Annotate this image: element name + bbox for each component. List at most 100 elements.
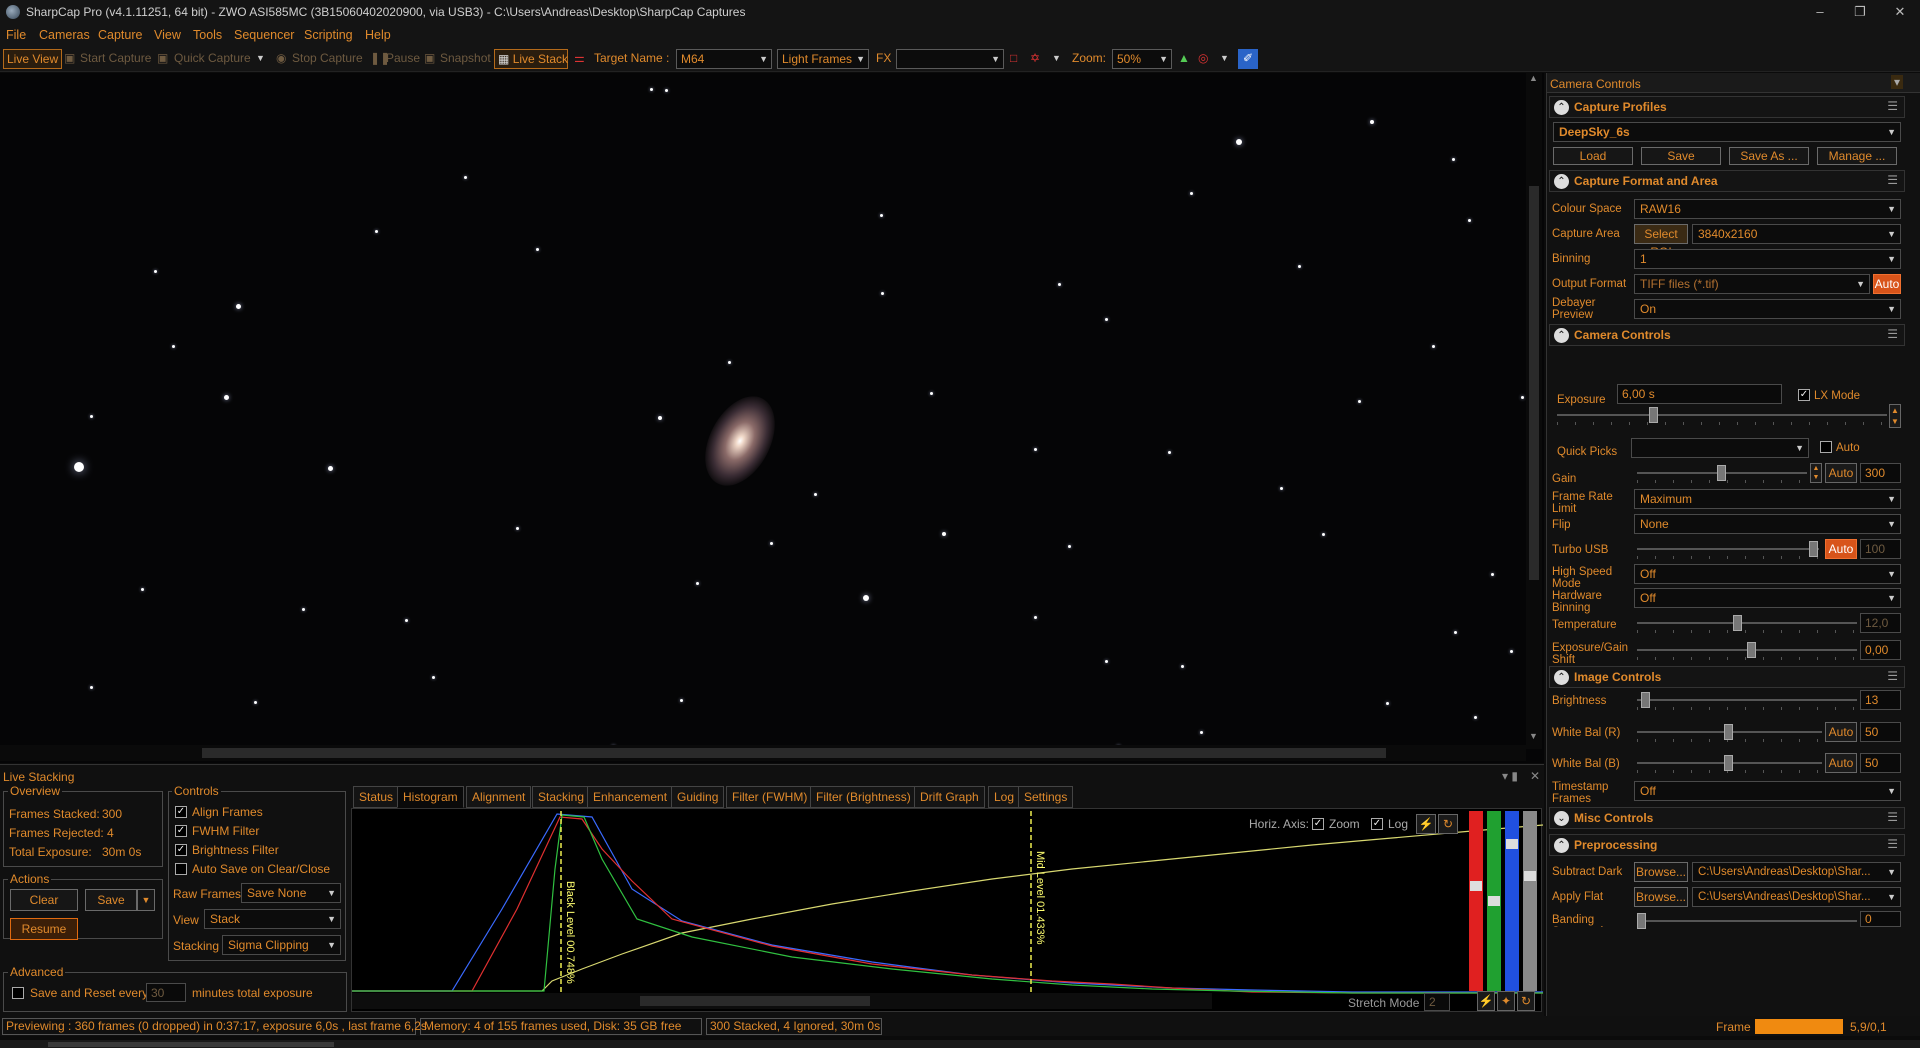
tab-drift-graph[interactable]: Drift Graph bbox=[914, 786, 985, 808]
restore-button[interactable]: ❐ bbox=[1838, 0, 1882, 24]
stretch-reset-icon[interactable]: ↻ bbox=[1517, 991, 1535, 1011]
frame-rate-combo[interactable]: Maximum ▼ bbox=[1634, 489, 1901, 509]
turbo-usb-slider[interactable] bbox=[1637, 539, 1819, 559]
profile-combo[interactable]: DeepSky_6s ▼ bbox=[1553, 122, 1901, 142]
save-button[interactable]: Save bbox=[85, 889, 137, 911]
histogram-scrollbar[interactable] bbox=[352, 993, 1212, 1009]
save-reset-checkbox[interactable] bbox=[12, 987, 24, 999]
close-button[interactable]: ✕ bbox=[1878, 0, 1920, 24]
lx-mode-checkbox[interactable]: ✓ bbox=[1798, 389, 1810, 401]
image-viewport[interactable] bbox=[0, 73, 1544, 763]
menu-capture[interactable]: Capture bbox=[98, 28, 142, 42]
clear-button[interactable]: Clear bbox=[10, 889, 78, 911]
output-format-auto-button[interactable]: Auto bbox=[1873, 274, 1901, 294]
exposure-auto-checkbox[interactable] bbox=[1820, 441, 1832, 453]
chevron-down-icon[interactable]: ▼ bbox=[256, 49, 265, 69]
save-as-profile-button[interactable]: Save As ... bbox=[1729, 147, 1809, 165]
turbo-usb-auto-button[interactable]: Auto bbox=[1825, 539, 1857, 559]
red-level-slider[interactable] bbox=[1469, 811, 1483, 991]
tab-enhancement[interactable]: Enhancement bbox=[587, 786, 674, 808]
browse-dark-button[interactable]: Browse... bbox=[1634, 862, 1688, 882]
wb-r-auto-button[interactable]: Auto bbox=[1825, 722, 1857, 742]
minutes-input[interactable]: 30 bbox=[146, 983, 186, 1002]
histogram-icon[interactable]: ▲ bbox=[1178, 49, 1190, 69]
frame-type-combo[interactable]: Light Frames ▼ bbox=[777, 49, 869, 69]
camera-section-header[interactable]: ⌃ Camera Controls ☰ bbox=[1549, 324, 1905, 346]
banding-slider[interactable] bbox=[1637, 911, 1857, 931]
wb-r-slider[interactable] bbox=[1637, 722, 1822, 742]
tab-settings[interactable]: Settings bbox=[1018, 786, 1074, 808]
stacking-combo[interactable]: Sigma Clipping ▼ bbox=[222, 935, 341, 955]
menu-icon[interactable]: ☰ bbox=[1887, 669, 1898, 683]
reset-icon[interactable]: ↻ bbox=[1438, 814, 1458, 834]
horizontal-scrollbar[interactable] bbox=[0, 745, 1526, 761]
menu-view[interactable]: View bbox=[154, 28, 181, 42]
tab-filter-fwhm[interactable]: Filter (FWHM) bbox=[726, 786, 814, 808]
gain-stepper[interactable]: ▲ ▼ bbox=[1810, 463, 1822, 483]
temperature-slider[interactable] bbox=[1637, 613, 1857, 633]
output-format-combo[interactable]: TIFF files (*.tif) ▼ bbox=[1634, 274, 1870, 294]
menu-icon[interactable]: ☰ bbox=[1887, 837, 1898, 851]
snapshot-button[interactable]: Snapshot bbox=[440, 49, 491, 69]
stop-capture-button[interactable]: Stop Capture bbox=[292, 49, 363, 69]
crosshair-icon[interactable]: ✡ bbox=[1030, 49, 1040, 69]
menu-icon[interactable]: ☰ bbox=[1887, 99, 1898, 113]
scroll-down-icon[interactable]: ▼ bbox=[1529, 731, 1538, 741]
target-name-combo[interactable]: M64 ▼ bbox=[676, 49, 772, 69]
live-view-button[interactable]: Live View bbox=[3, 49, 63, 69]
stretch-star-icon[interactable]: ✦ bbox=[1497, 991, 1515, 1011]
debayer-preview-combo[interactable]: On ▼ bbox=[1634, 299, 1901, 319]
collapse-icon[interactable]: ⌃ bbox=[1554, 670, 1569, 685]
reticle-icon[interactable]: ◎ bbox=[1198, 49, 1208, 69]
menu-icon[interactable]: ☰ bbox=[1887, 327, 1898, 341]
view-combo[interactable]: Stack ▼ bbox=[204, 909, 341, 929]
expand-icon[interactable]: ⌄ bbox=[1554, 811, 1569, 826]
auto-save-checkbox[interactable] bbox=[175, 863, 187, 875]
menu-file[interactable]: File bbox=[6, 28, 26, 42]
menu-tools[interactable]: Tools bbox=[193, 28, 222, 42]
capture-area-combo[interactable]: 3840x2160 ▼ bbox=[1692, 224, 1901, 244]
gain-auto-button[interactable]: Auto bbox=[1825, 463, 1857, 483]
stretch-lightning-icon[interactable]: ⚡ bbox=[1477, 991, 1495, 1011]
raw-frames-combo[interactable]: Save None ▼ bbox=[241, 883, 341, 903]
misc-controls-header[interactable]: ⌄ Misc Controls ☰ bbox=[1549, 807, 1905, 829]
start-capture-button[interactable]: Start Capture bbox=[80, 49, 151, 69]
panel-menu-icon[interactable]: ▾ bbox=[1891, 75, 1904, 89]
menu-cameras[interactable]: Cameras bbox=[39, 28, 90, 42]
image-controls-header[interactable]: ⌃ Image Controls ☰ bbox=[1549, 666, 1905, 688]
menu-icon[interactable]: ☰ bbox=[1887, 173, 1898, 187]
flip-combo[interactable]: None ▼ bbox=[1634, 514, 1901, 534]
color-level-sliders[interactable] bbox=[1469, 811, 1539, 991]
green-level-slider[interactable] bbox=[1487, 811, 1501, 991]
tab-filter-brightness[interactable]: Filter (Brightness) bbox=[810, 786, 917, 808]
brightness-slider[interactable] bbox=[1637, 690, 1857, 710]
close-icon[interactable]: ✕ bbox=[1530, 769, 1540, 783]
save-profile-button[interactable]: Save bbox=[1641, 147, 1721, 165]
pause-button[interactable]: Pause bbox=[386, 49, 420, 69]
brightness-filter-checkbox[interactable]: ✓ bbox=[175, 844, 187, 856]
browse-flat-button[interactable]: Browse... bbox=[1634, 887, 1688, 907]
roi-icon[interactable]: □ bbox=[1010, 49, 1017, 69]
zoom-checkbox[interactable]: ✓ bbox=[1312, 818, 1324, 830]
menu-icon[interactable]: ☰ bbox=[1887, 810, 1898, 824]
wb-r-input[interactable]: 50 bbox=[1860, 722, 1901, 742]
menu-help[interactable]: Help bbox=[365, 28, 391, 42]
quick-picks-combo[interactable]: ▼ bbox=[1631, 438, 1809, 458]
gain-slider[interactable] bbox=[1637, 463, 1807, 483]
fwhm-filter-checkbox[interactable]: ✓ bbox=[175, 825, 187, 837]
collapse-icon[interactable]: ⌃ bbox=[1554, 838, 1569, 853]
load-profile-button[interactable]: Load bbox=[1553, 147, 1633, 165]
log-checkbox[interactable]: ✓ bbox=[1371, 818, 1383, 830]
stretch-mode-input[interactable]: 2 bbox=[1424, 993, 1450, 1011]
menu-sequencer[interactable]: Sequencer bbox=[234, 28, 294, 42]
temperature-input[interactable]: 12,0 bbox=[1860, 613, 1901, 633]
dark-path-combo[interactable]: C:\Users\Andreas\Desktop\Shar... ▼ bbox=[1692, 862, 1901, 882]
wb-b-input[interactable]: 50 bbox=[1860, 753, 1901, 773]
collapse-icon[interactable]: ⌃ bbox=[1554, 328, 1569, 343]
scroll-up-icon[interactable]: ▲ bbox=[1529, 73, 1538, 83]
save-dropdown-icon[interactable]: ▼ bbox=[137, 889, 155, 911]
histogram-panel[interactable]: Black Level 00.748% Mid Level 01.433% Ho… bbox=[351, 808, 1543, 1012]
tab-histogram[interactable]: Histogram bbox=[397, 786, 464, 808]
chevron-down-icon[interactable]: ▼ bbox=[1220, 49, 1229, 69]
binning-combo[interactable]: 1 ▼ bbox=[1634, 249, 1901, 269]
